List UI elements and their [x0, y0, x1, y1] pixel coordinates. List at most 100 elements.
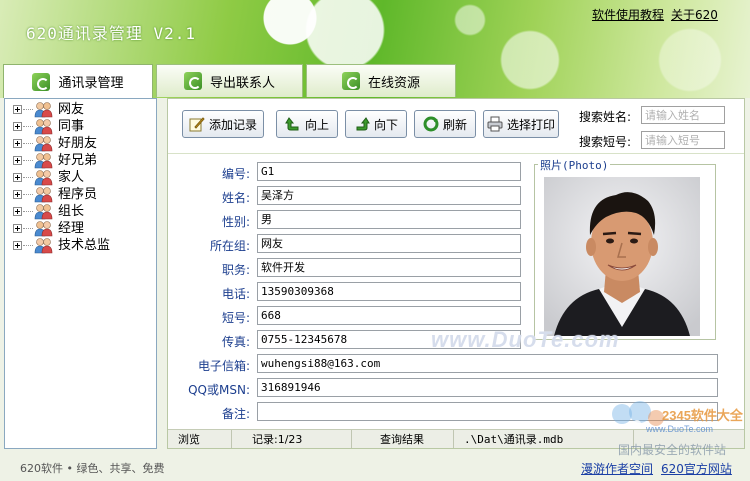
user-group-icon: [34, 135, 54, 152]
app-title: 620通讯录管理 V2.1: [26, 24, 197, 43]
tree-item[interactable]: 好兄弟: [5, 152, 155, 169]
tree-connector: [23, 211, 33, 212]
phone-label: 电话:: [221, 287, 250, 301]
group-label: 所在组:: [209, 239, 250, 253]
tree-item[interactable]: 经理: [5, 220, 155, 237]
phone-field[interactable]: 13590309368: [257, 282, 521, 301]
user-group-icon: [34, 118, 54, 135]
title-field[interactable]: 软件开发: [257, 258, 521, 277]
move-up-label: 向上: [304, 117, 329, 132]
toolbar: 添加记录 向上 向下 刷新 选择打印 搜索姓名: 请输入姓名 搜索短号: 请输入…: [168, 99, 744, 154]
expand-icon[interactable]: [13, 156, 22, 165]
search-short-input[interactable]: [641, 131, 725, 149]
tree-item-label: 程序员: [58, 187, 98, 202]
expand-icon[interactable]: [13, 190, 22, 199]
tab-label: 导出联系人: [209, 75, 275, 91]
user-group-icon: [34, 101, 54, 118]
print-label: 选择打印: [506, 117, 555, 132]
user-group-icon: [34, 186, 54, 203]
qq-msn-label: QQ或MSN:: [188, 383, 250, 397]
user-group-icon: [34, 152, 54, 169]
tab-online[interactable]: 在线资源: [306, 64, 456, 97]
tree-item[interactable]: 网友: [5, 101, 155, 118]
expand-icon[interactable]: [13, 105, 22, 114]
print-button[interactable]: 选择打印: [483, 110, 559, 138]
help-link[interactable]: 软件使用教程: [592, 6, 664, 23]
gender-field[interactable]: 男: [257, 210, 521, 229]
move-down-button[interactable]: 向下: [345, 110, 407, 138]
email-field[interactable]: wuhengsi88@163.com: [257, 354, 718, 373]
status-mode: 浏览: [168, 430, 232, 448]
refresh-button[interactable]: 刷新: [414, 110, 476, 138]
group-tree[interactable]: 网友 同事 好朋友好兄弟家人程序员 组长 经理技术总监: [4, 98, 157, 449]
status-path: .\Dat\通讯录.mdb: [454, 430, 634, 448]
name-label: 姓名:: [221, 191, 250, 205]
contact-photo[interactable]: [544, 177, 700, 336]
expand-icon[interactable]: [13, 241, 22, 250]
tree-item-label: 家人: [58, 170, 85, 185]
tree-connector: [23, 160, 33, 161]
expand-icon[interactable]: [13, 139, 22, 148]
tree-item[interactable]: 组长: [5, 203, 155, 220]
tree-item[interactable]: 家人: [5, 169, 155, 186]
short-number-label: 短号:: [221, 311, 250, 325]
tree-item[interactable]: 技术总监: [5, 237, 155, 254]
tree-item-label: 技术总监: [58, 238, 111, 253]
expand-icon[interactable]: [13, 224, 22, 233]
printer-icon: [487, 116, 503, 132]
search-name-label: 搜索姓名:: [579, 110, 632, 124]
tree-item-label: 经理: [58, 221, 85, 236]
expand-icon[interactable]: [13, 173, 22, 182]
group-field[interactable]: 网友: [257, 234, 521, 253]
pencil-icon: [189, 116, 205, 132]
email-label: 电子信箱:: [197, 359, 250, 373]
tab-export[interactable]: 导出联系人: [156, 64, 303, 97]
tree-connector: [23, 109, 33, 110]
tab-contacts[interactable]: 通讯录管理: [3, 64, 153, 98]
contact-form: 照片(Photo) 编号: G1 姓名: 吴泽方 性别: 男 所在组: 网友 职…: [168, 155, 744, 429]
move-up-button[interactable]: 向上: [276, 110, 338, 138]
brand-name: 2345软件大全: [662, 408, 744, 423]
short-number-field[interactable]: 668: [257, 306, 521, 325]
status-query: 查询结果: [352, 430, 454, 448]
expand-icon[interactable]: [13, 207, 22, 216]
about-link[interactable]: 关于620: [671, 6, 718, 23]
author-space-link[interactable]: 漫游作者空间: [581, 460, 653, 477]
user-group-icon: [34, 203, 54, 220]
tree-item-label: 好兄弟: [58, 153, 98, 168]
footer-slogan: 620软件 • 绿色、共享、免费: [20, 462, 165, 475]
status-record: 记录:1/23: [232, 430, 352, 448]
name-field[interactable]: 吴泽方: [257, 186, 521, 205]
site-logo: 2345软件大全 www.DuoTe.com 国内最安全的软件站: [610, 398, 750, 458]
search-name-input[interactable]: [641, 106, 725, 124]
refresh-label: 刷新: [442, 117, 467, 132]
tab-label: 在线资源: [367, 75, 420, 91]
photo-label: 照片(Photo): [538, 157, 611, 173]
arrow-down-icon: [354, 116, 370, 132]
brand-url: www.DuoTe.com: [645, 424, 713, 434]
refresh-icon: [183, 72, 202, 90]
move-down-label: 向下: [373, 117, 398, 132]
brand-tagline: 国内最安全的软件站: [618, 442, 726, 457]
add-record-button[interactable]: 添加记录: [182, 110, 264, 138]
tree-connector: [23, 177, 33, 178]
user-group-icon: [34, 169, 54, 186]
user-group-icon: [34, 220, 54, 237]
main-panel: 添加记录 向上 向下 刷新 选择打印 搜索姓名: 请输入姓名 搜索短号: 请输入…: [167, 98, 745, 449]
add-record-label: 添加记录: [208, 117, 257, 132]
arrow-up-icon: [285, 116, 301, 132]
official-site-link[interactable]: 620官方网站: [661, 460, 732, 477]
gender-label: 性别:: [221, 215, 250, 229]
refresh-icon: [341, 72, 360, 90]
tree-item[interactable]: 程序员: [5, 186, 155, 203]
qq-msn-field[interactable]: 316891946: [257, 378, 718, 397]
tree-item-label: 好朋友: [58, 136, 98, 151]
fax-label: 传真:: [221, 335, 250, 349]
tree-item[interactable]: 同事: [5, 118, 155, 135]
id-field[interactable]: G1: [257, 162, 521, 181]
expand-icon[interactable]: [13, 122, 22, 131]
tree-item[interactable]: 好朋友: [5, 135, 155, 152]
user-group-icon: [34, 237, 54, 254]
title-label: 职务:: [221, 263, 250, 277]
tree-connector: [23, 228, 33, 229]
